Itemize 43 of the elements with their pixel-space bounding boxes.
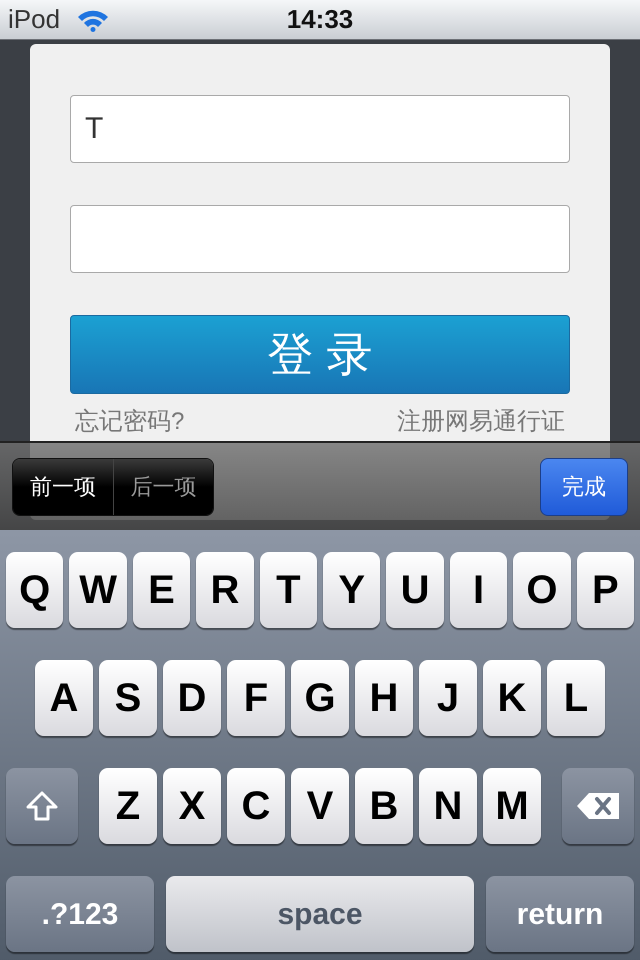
delete-icon <box>575 791 621 821</box>
letter-key[interactable]: D <box>163 660 221 736</box>
letter-key[interactable]: C <box>227 768 285 844</box>
shift-icon <box>25 790 59 822</box>
previous-button[interactable]: 前一项 <box>13 458 113 514</box>
wifi-icon <box>76 8 110 32</box>
letter-key[interactable]: S <box>99 660 157 736</box>
letter-key[interactable]: N <box>419 768 477 844</box>
letter-key[interactable]: I <box>450 552 508 628</box>
letter-key[interactable]: Y <box>323 552 380 628</box>
letter-key[interactable]: W <box>69 552 127 628</box>
done-button[interactable]: 完成 <box>540 458 628 516</box>
text-link[interactable]: 注册网易通行证 <box>397 404 565 440</box>
delete-key[interactable] <box>562 768 634 844</box>
input-field[interactable] <box>70 205 570 273</box>
letter-key[interactable]: J <box>419 660 477 736</box>
letter-key[interactable]: V <box>291 768 349 844</box>
letter-key[interactable]: X <box>163 768 221 844</box>
shift-key[interactable] <box>6 768 78 844</box>
letter-key[interactable]: E <box>132 552 190 628</box>
letter-key[interactable]: B <box>355 768 413 844</box>
letter-key[interactable]: K <box>483 660 541 736</box>
letter-key[interactable]: H <box>355 660 413 736</box>
letter-key[interactable]: U <box>386 552 444 628</box>
letter-key[interactable]: O <box>513 552 571 628</box>
space-key[interactable]: space <box>166 876 474 952</box>
letter-key[interactable]: M <box>483 768 541 844</box>
login-button[interactable]: 登 录 <box>70 315 570 394</box>
numbers-key[interactable]: .?123 <box>6 876 154 952</box>
letter-key[interactable]: A <box>35 660 93 736</box>
text-link[interactable]: 忘记密码? <box>75 404 184 440</box>
letter-key[interactable]: F <box>227 660 285 736</box>
letter-key[interactable]: P <box>576 552 634 628</box>
letter-key[interactable]: Q <box>6 552 64 628</box>
carrier-label: iPod <box>8 3 60 36</box>
status-time: 14:33 <box>286 3 354 36</box>
return-key[interactable]: return <box>486 876 634 952</box>
letter-key[interactable]: R <box>196 552 254 628</box>
letter-key[interactable]: Z <box>99 768 157 844</box>
letter-key[interactable]: G <box>291 660 349 736</box>
input-field[interactable]: T <box>70 95 570 163</box>
letter-key[interactable]: T <box>260 552 317 628</box>
letter-key[interactable]: L <box>547 660 605 736</box>
